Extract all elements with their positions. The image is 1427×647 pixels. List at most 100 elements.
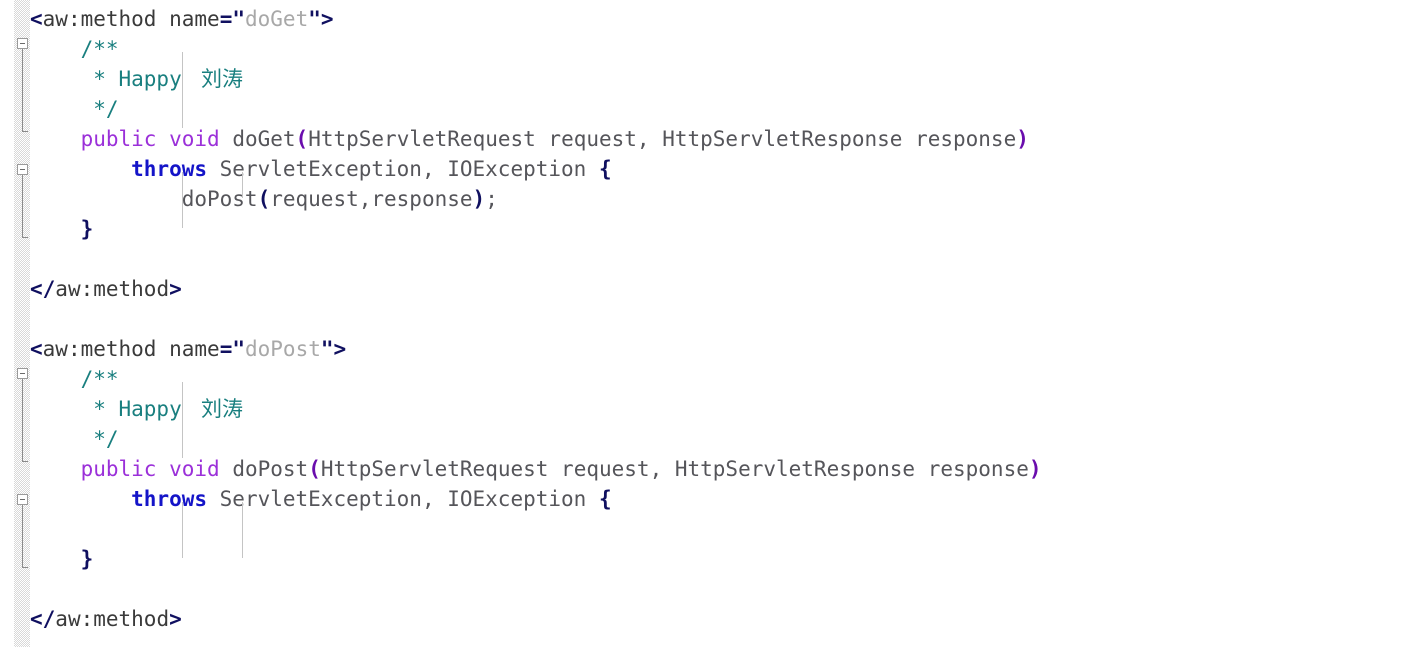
code-token: aw:method	[55, 607, 170, 631]
code-editor[interactable]: <aw:method name="doGet"> /** * Happy 刘涛 …	[0, 0, 1427, 647]
code-token: aw:method	[42, 7, 157, 31]
code-line[interactable]: * Happy 刘涛	[30, 394, 243, 424]
code-line[interactable]	[30, 574, 43, 604]
code-line[interactable]: */	[30, 424, 118, 454]
code-token: /**	[80, 367, 119, 391]
code-line[interactable]: <aw:method name="doGet">	[30, 4, 334, 34]
code-token: )	[472, 187, 486, 211]
code-token: public	[80, 457, 157, 481]
code-token: doPost	[232, 457, 309, 481]
indent-guide-line	[182, 502, 183, 558]
fold-region-stem	[22, 175, 23, 237]
code-line[interactable]: /**	[30, 34, 119, 64]
code-token: >	[169, 607, 182, 631]
code-token: (	[257, 187, 271, 211]
code-token: "	[232, 7, 245, 31]
fold-region-stem	[22, 505, 23, 567]
code-text-area[interactable]: <aw:method name="doGet"> /** * Happy 刘涛 …	[30, 0, 1427, 647]
code-line[interactable]: public void doGet(HttpServletRequest req…	[30, 124, 1029, 154]
fold-region-end	[22, 131, 28, 132]
code-token: ServletException, IOException	[207, 157, 599, 181]
code-token: "	[232, 337, 245, 361]
fold-marker-doget-comment-icon[interactable]	[17, 38, 28, 49]
code-token: {	[598, 157, 612, 181]
fold-region-end	[22, 567, 28, 568]
code-token: )	[1028, 457, 1042, 481]
fold-marker-dopost-comment-icon[interactable]	[17, 368, 28, 379]
code-token: doGet	[232, 127, 296, 151]
code-token: * Happy	[93, 397, 195, 421]
code-line[interactable]: /**	[30, 364, 119, 394]
code-token: >	[320, 7, 334, 31]
code-token: (	[295, 127, 309, 151]
fold-region-end	[22, 461, 28, 462]
indent-guide-line	[242, 502, 243, 558]
fold-region-stem	[22, 49, 23, 131]
code-line[interactable]: public void doPost(HttpServletRequest re…	[30, 454, 1042, 484]
indent-guide-line	[242, 172, 243, 198]
indent-guide-line	[182, 52, 183, 128]
code-token: name	[169, 7, 220, 31]
fold-marker-doget-body-icon[interactable]	[17, 164, 28, 175]
code-line[interactable]: }	[30, 214, 94, 244]
code-token: <	[30, 7, 43, 31]
fold-region-stem	[22, 379, 23, 461]
code-token: >	[333, 337, 347, 361]
code-token: name	[169, 337, 220, 361]
code-line[interactable]: doPost(request,response);	[30, 184, 498, 214]
code-line[interactable]: */	[30, 94, 118, 124]
code-token: void	[169, 457, 220, 481]
code-token: "	[320, 337, 334, 361]
code-line[interactable]	[30, 514, 43, 544]
code-line[interactable]: }	[30, 544, 94, 574]
code-token: =	[219, 337, 233, 361]
code-line[interactable]	[30, 244, 43, 274]
indent-guide-line	[182, 172, 183, 228]
code-line[interactable]: throws ServletException, IOException {	[30, 484, 612, 514]
code-token: aw:method	[55, 277, 170, 301]
fold-marker-dopost-body-icon[interactable]	[17, 494, 28, 505]
code-token: void	[169, 127, 220, 151]
code-token: </	[30, 607, 56, 631]
code-token: }	[80, 217, 94, 241]
code-line[interactable]: </aw:method>	[30, 604, 182, 634]
code-token: /**	[80, 37, 119, 61]
code-line[interactable]	[30, 304, 43, 334]
code-token: =	[219, 7, 233, 31]
code-line[interactable]: * Happy 刘涛	[30, 64, 243, 94]
code-token: doPost	[245, 337, 321, 361]
code-token: (	[308, 457, 321, 481]
code-line[interactable]: </aw:method>	[30, 274, 182, 304]
code-token: )	[1016, 127, 1029, 151]
code-token: ServletException, IOException	[207, 487, 599, 511]
editor-left-margin	[0, 0, 14, 647]
code-token: throws	[131, 487, 208, 511]
code-token: 刘涛	[194, 397, 244, 421]
code-token: {	[598, 487, 612, 511]
code-token: HttpServletRequest request, HttpServletR…	[308, 127, 1017, 151]
code-token: </	[30, 277, 56, 301]
code-token: }	[80, 547, 94, 571]
code-token: public	[80, 127, 157, 151]
indent-guide-line	[182, 382, 183, 458]
code-token: aw:method	[42, 337, 157, 361]
code-line[interactable]: throws ServletException, IOException {	[30, 154, 612, 184]
code-line[interactable]: <aw:method name="doPost">	[30, 334, 346, 364]
code-token: doGet	[245, 7, 309, 31]
